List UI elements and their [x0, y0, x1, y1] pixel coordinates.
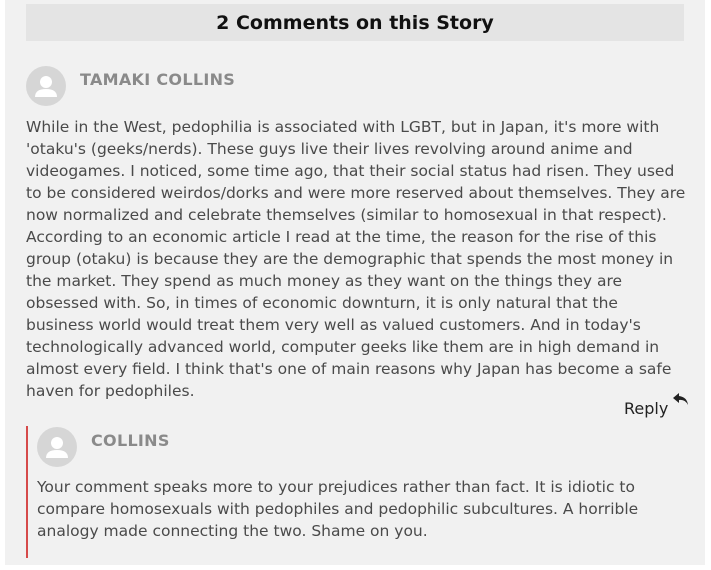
reply-button[interactable]: Reply: [624, 393, 690, 418]
reply-arrow-icon: [672, 391, 690, 411]
reply-label: Reply: [624, 399, 669, 418]
comment-author[interactable]: TAMAKI COLLINS: [80, 70, 235, 89]
comments-section: 2 Comments on this Story TAMAKI COLLINS …: [5, 0, 705, 565]
avatar-icon: [26, 66, 66, 106]
comment-text: While in the West, pedophilia is associa…: [26, 118, 686, 400]
comments-header: 2 Comments on this Story: [26, 4, 684, 41]
comments-title: 2 Comments on this Story: [216, 11, 494, 34]
avatar-icon: [37, 427, 77, 467]
reply-thread-line: [26, 426, 28, 558]
reply-author[interactable]: COLLINS: [91, 431, 170, 450]
reply-text: Your comment speaks more to your prejudi…: [37, 478, 639, 540]
